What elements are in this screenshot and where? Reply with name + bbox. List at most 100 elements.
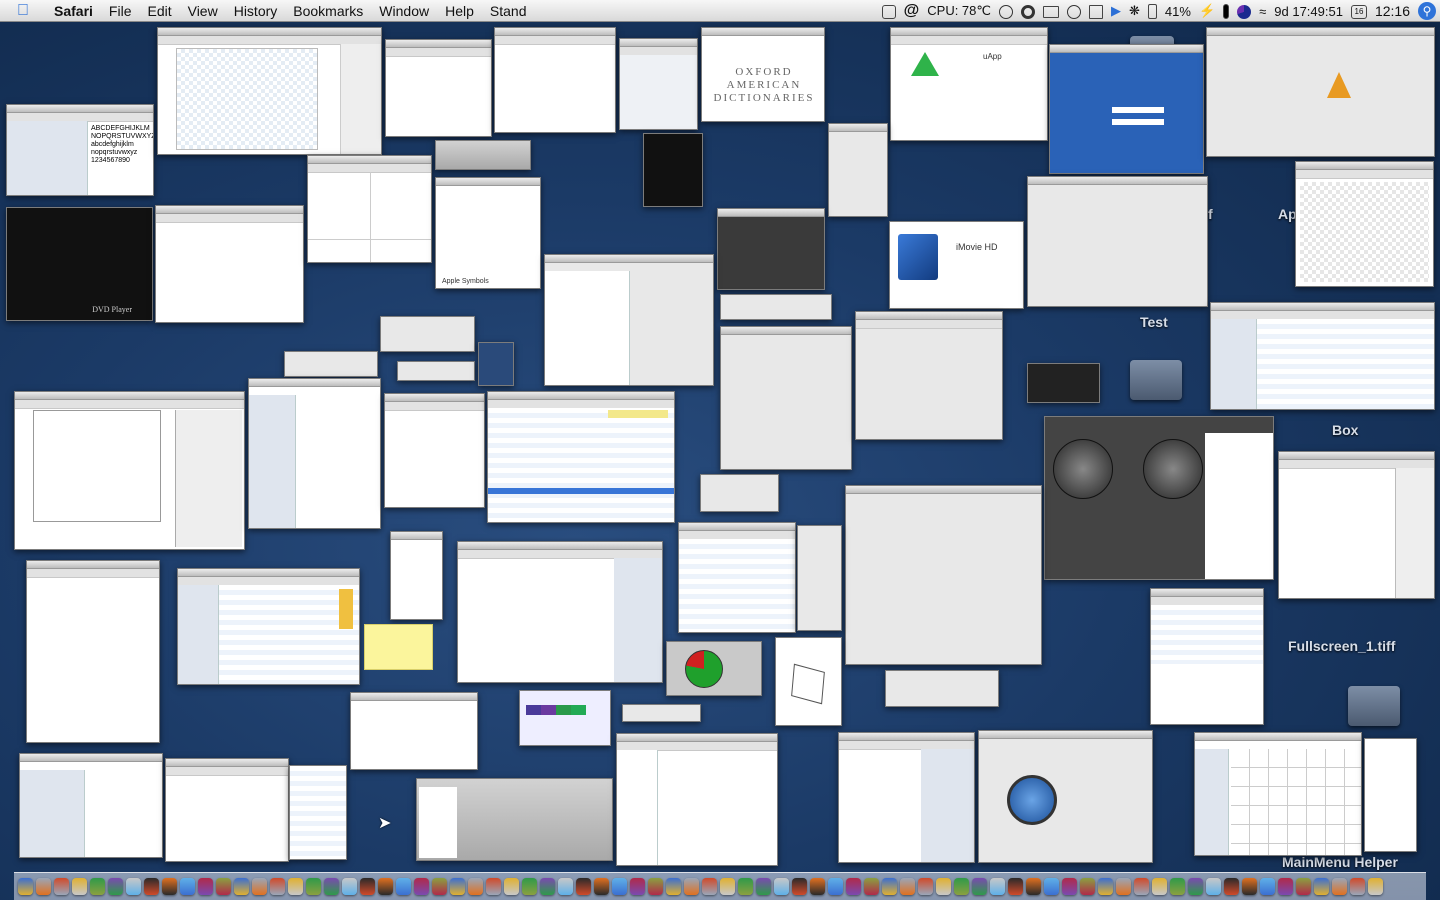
turtle-icon[interactable]: ❋ (1125, 3, 1144, 19)
dock-app-icon[interactable] (810, 878, 825, 895)
clock-pie-icon[interactable] (1233, 3, 1255, 19)
window-large-gray[interactable] (845, 485, 1042, 665)
dock-app-icon[interactable] (738, 878, 753, 895)
sticky-note[interactable] (364, 624, 433, 670)
dock-app-icon[interactable] (1044, 878, 1059, 895)
window-spreadsheet[interactable] (177, 568, 360, 685)
monitor-icon[interactable] (1085, 3, 1107, 19)
window-toolbar-prefs[interactable] (720, 294, 832, 320)
window-blank-1[interactable] (385, 39, 492, 137)
desktop-label-ap[interactable]: Ap (1278, 206, 1297, 222)
dock-app-icon[interactable] (522, 878, 537, 895)
dock-app-icon[interactable] (1170, 878, 1185, 895)
dock-app-icon[interactable] (558, 878, 573, 895)
battery-icon[interactable] (1144, 3, 1161, 20)
window-3d-cube[interactable] (775, 637, 842, 726)
window-font-book[interactable]: ABCDEFGHIJKLM NOPQRSTUVWXYZ abcdefghijkl… (6, 104, 154, 196)
calendar-icon[interactable]: 16 (1347, 3, 1371, 19)
dock-app-icon[interactable] (378, 878, 393, 895)
folder-icon[interactable] (1348, 686, 1400, 726)
dock-app-icon[interactable] (504, 878, 519, 895)
dock-app-icon[interactable] (324, 878, 339, 895)
dock-app-icon[interactable] (936, 878, 951, 895)
dock-app-icon[interactable] (180, 878, 195, 895)
window-interface-builder[interactable] (14, 391, 245, 550)
dock-app-icon[interactable] (1224, 878, 1239, 895)
window-mini-toolbar[interactable] (622, 704, 701, 722)
dock-app-icon[interactable] (612, 878, 627, 895)
window-apple-info[interactable] (700, 474, 779, 512)
window-preferences[interactable] (1027, 176, 1208, 307)
window-calendar[interactable] (1194, 732, 1362, 856)
battery-percent[interactable]: 41% (1161, 4, 1195, 19)
dock-app-icon[interactable] (1008, 878, 1023, 895)
window-split-panes[interactable] (307, 155, 432, 263)
dock-app-icon[interactable] (216, 878, 231, 895)
dock-app-icon[interactable] (288, 878, 303, 895)
window-file-browser[interactable] (544, 254, 714, 386)
window-inspector[interactable] (1278, 451, 1435, 599)
window-metal-bar[interactable] (435, 140, 531, 170)
dock-app-icon[interactable] (900, 878, 915, 895)
dock-app-icon[interactable] (576, 878, 591, 895)
target-icon[interactable] (1017, 3, 1039, 19)
notes-icon[interactable] (878, 3, 900, 19)
clock[interactable]: 12:16 (1371, 3, 1414, 19)
dock-app-icon[interactable] (1062, 878, 1077, 895)
dock-app-icon[interactable] (1026, 878, 1041, 895)
menu-stand[interactable]: Stand (482, 3, 535, 19)
window-browser-1[interactable] (155, 205, 304, 323)
window-source-list[interactable] (838, 732, 975, 863)
desktop-label-box[interactable]: Box (1332, 422, 1358, 438)
menu-window[interactable]: Window (371, 3, 437, 19)
menu-history[interactable]: History (226, 3, 286, 19)
dock-app-icon[interactable] (432, 878, 447, 895)
folder-icon[interactable] (1130, 360, 1182, 400)
dock-app-icon[interactable] (1134, 878, 1149, 895)
window-tall-list[interactable] (390, 531, 443, 620)
menu-help[interactable]: Help (437, 3, 482, 19)
dock-app-icon[interactable] (882, 878, 897, 895)
dock-app-icon[interactable] (360, 878, 375, 895)
dock-app-icon[interactable] (252, 878, 267, 895)
window-brushed-metal[interactable] (416, 778, 613, 861)
dock-app-icon[interactable] (1206, 878, 1221, 895)
dock-app-icon[interactable] (1188, 878, 1203, 895)
dock-app-icon[interactable] (126, 878, 141, 895)
window-blank-5[interactable] (1364, 738, 1417, 852)
window-address-book[interactable] (19, 753, 163, 858)
dock-app-icon[interactable] (756, 878, 771, 895)
window-uapp[interactable]: uApp (890, 27, 1048, 141)
dock-app-icon[interactable] (1368, 878, 1383, 895)
chat-bubble-icon[interactable] (995, 3, 1017, 19)
dock-app-icon[interactable] (774, 878, 789, 895)
window-form[interactable] (1150, 588, 1264, 725)
dock-app-icon[interactable] (234, 878, 249, 895)
window-time-machine[interactable] (978, 730, 1153, 863)
dock-app-icon[interactable] (396, 878, 411, 895)
desktop-label-f[interactable]: f (1208, 206, 1213, 222)
window-turntables[interactable] (1044, 416, 1274, 580)
window-mail[interactable] (487, 391, 675, 523)
dock-app-icon[interactable] (450, 878, 465, 895)
dock-app-icon[interactable] (1296, 878, 1311, 895)
at-sign-icon[interactable]: @ (900, 2, 924, 20)
dock-app-icon[interactable] (90, 878, 105, 895)
dock-app-icon[interactable] (1098, 878, 1113, 895)
menu-file[interactable]: File (101, 3, 140, 19)
dock-app-icon[interactable] (144, 878, 159, 895)
desktop-label-fullscreen[interactable]: Fullscreen_1.tiff (1288, 638, 1395, 654)
dock-app-icon[interactable] (306, 878, 321, 895)
dock-app-icon[interactable] (414, 878, 429, 895)
window-checkerboard[interactable] (1295, 161, 1434, 287)
window-blue-palette[interactable] (478, 342, 514, 386)
dock-app-icon[interactable] (972, 878, 987, 895)
window-login-blue[interactable] (1049, 44, 1204, 174)
window-code-editor[interactable] (616, 733, 778, 866)
dock-app-icon[interactable] (540, 878, 555, 895)
window-icon-grid[interactable] (720, 326, 852, 470)
window-text-doc[interactable] (165, 758, 289, 862)
dock-app-icon[interactable] (846, 878, 861, 895)
dock-app-icon[interactable] (54, 878, 69, 895)
dock-app-icon[interactable] (918, 878, 933, 895)
